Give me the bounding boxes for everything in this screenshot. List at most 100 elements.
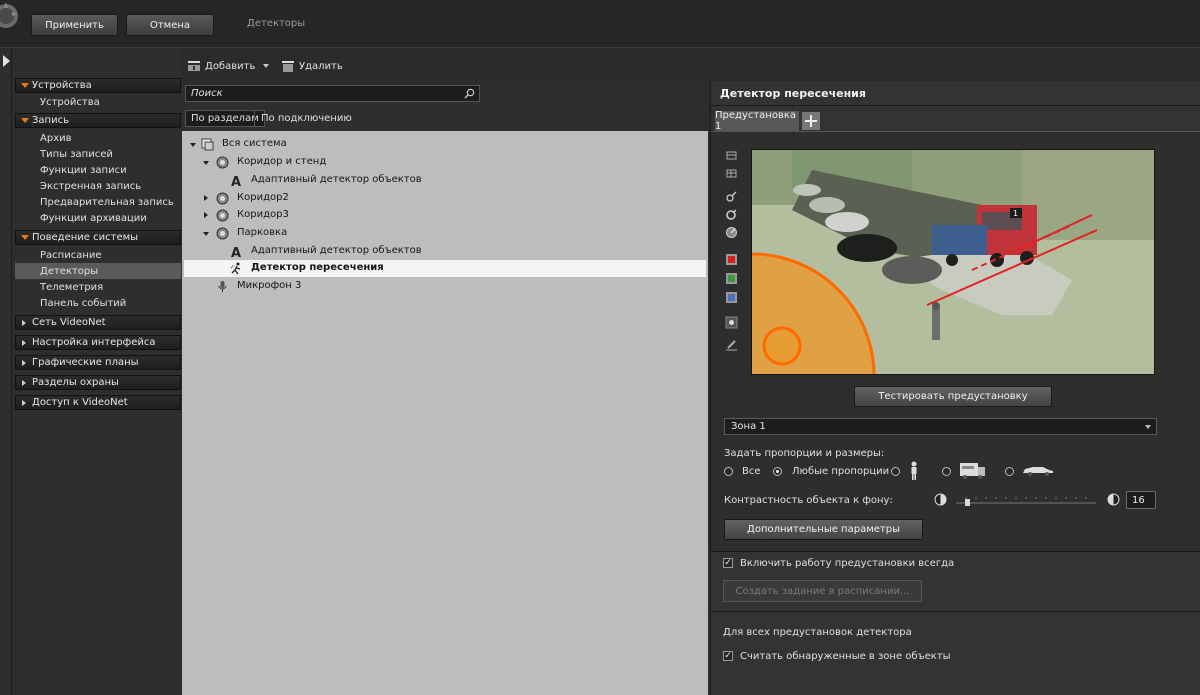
tab-by-connection[interactable]: По подключению (256, 110, 357, 127)
camera-icon (216, 156, 229, 169)
sidebar-item-devices[interactable]: Устройства (15, 94, 181, 110)
expand-arrow-icon[interactable] (204, 212, 208, 218)
count-objects-label: Считать обнаруженные в зоне объекты (740, 651, 951, 662)
search-input[interactable]: Поиск (185, 85, 480, 102)
camera-scene: 1 (752, 150, 1154, 374)
enable-always-checkbox[interactable]: ✓ (723, 558, 733, 568)
camera-preview[interactable]: 1 (751, 149, 1155, 375)
microphone-icon (218, 281, 227, 292)
delete-button[interactable]: Удалить (281, 60, 343, 72)
sidebar-item-telemetry[interactable]: Телеметрия (15, 279, 181, 295)
tree-row-camera[interactable]: Парковка (182, 225, 708, 242)
sidebar-item-record-types[interactable]: Типы записей (15, 146, 181, 162)
divider (711, 611, 1200, 612)
nav-section-videonet[interactable]: Сеть VideoNet (15, 315, 181, 330)
grid-small-icon[interactable] (725, 149, 738, 162)
crossing-detector-icon (230, 262, 241, 275)
nav-section-graphic-plans[interactable]: Графические планы (15, 355, 181, 370)
camera-icon (216, 192, 229, 205)
radio-any-label: Любые пропорции (792, 466, 890, 477)
test-preset-button[interactable]: Тестировать предустановку (854, 386, 1052, 407)
tab-by-sections[interactable]: По разделам (185, 110, 265, 127)
plus-icon (805, 115, 817, 127)
direction-icon[interactable] (725, 226, 738, 239)
radio-all-label: Все (742, 466, 761, 477)
direction-icon[interactable] (725, 208, 738, 221)
nav-section-recording[interactable]: Запись (15, 113, 181, 128)
advanced-params-button[interactable]: Дополнительные параметры (724, 519, 923, 540)
tree-row-detector[interactable]: A Адаптивный детектор объектов (182, 243, 708, 260)
radio-any-proportions[interactable] (773, 467, 782, 476)
contrast-slider[interactable] (956, 496, 1096, 506)
sidebar-item-schedule[interactable]: Расписание (15, 247, 181, 263)
radio-truck[interactable] (942, 467, 951, 476)
sidebar-nav: Устройства Устройства Запись Архив Типы … (12, 49, 182, 695)
radio-person[interactable] (891, 467, 900, 476)
nav-section-devices[interactable]: Устройства (15, 78, 181, 93)
count-objects-checkbox[interactable]: ✓ (723, 651, 733, 661)
nav-section-interface[interactable]: Настройка интерфейса (15, 335, 181, 350)
collapse-arrow-icon (21, 83, 29, 88)
object-size-icon[interactable] (725, 316, 738, 329)
contrast-low-icon (934, 493, 947, 506)
nav-section-system-behavior[interactable]: Поведение системы (15, 230, 181, 245)
chevron-down-icon[interactable] (1145, 425, 1151, 429)
system-icon (201, 138, 214, 151)
contrast-label: Контрастность объекта к фону: (724, 495, 893, 506)
tree-row-detector[interactable]: A Адаптивный детектор объектов (182, 172, 708, 189)
add-preset-button[interactable] (802, 112, 820, 130)
expand-arrow-icon (22, 380, 26, 386)
red-zone-icon[interactable] (725, 253, 738, 266)
blue-zone-icon[interactable] (725, 291, 738, 304)
pencil-icon[interactable] (725, 338, 738, 351)
person-icon (911, 461, 917, 480)
add-button[interactable]: Добавить (187, 60, 270, 72)
collapse-arrow-icon (21, 235, 29, 240)
tab-divider (254, 110, 255, 127)
car-icon (1023, 467, 1053, 476)
nav-section-videonet-access[interactable]: Доступ к VideoNet (15, 395, 181, 410)
zone-select[interactable]: Зона 1 (724, 418, 1157, 435)
cancel-button[interactable]: Отмена (126, 14, 214, 36)
page-title: Детекторы (247, 18, 306, 29)
radio-all[interactable] (724, 467, 733, 476)
expand-arrow-icon (22, 340, 26, 346)
expand-arrow-icon (22, 400, 26, 406)
tree-header: Поиск По разделам По подключению (182, 81, 708, 131)
sidebar-item-record-functions[interactable]: Функции записи (15, 162, 181, 178)
nav-section-security-zones[interactable]: Разделы охраны (15, 375, 181, 390)
collapse-arrow-icon[interactable] (190, 143, 196, 147)
sidebar-item-event-panel[interactable]: Панель событий (15, 295, 181, 311)
grid-icon[interactable] (725, 167, 738, 180)
dropdown-arrow-icon[interactable] (263, 64, 270, 68)
sidebar-item-archive[interactable]: Архив (15, 130, 181, 146)
tree-row-camera[interactable]: Коридор3 (182, 207, 708, 224)
preset-content: 1 Тестировать предустановку Зона 1 Задат… (711, 131, 1200, 551)
sidebar-item-emergency-record[interactable]: Экстренная запись (15, 178, 181, 194)
expand-arrow-icon[interactable] (204, 195, 208, 201)
search-icon[interactable] (464, 88, 475, 99)
collapse-arrow-icon[interactable] (203, 232, 209, 236)
direction-icon[interactable] (725, 190, 738, 203)
tree-row-detector-selected[interactable]: Детектор пересечения (184, 260, 706, 277)
sidebar-item-archiving-functions[interactable]: Функции архивации (15, 210, 181, 226)
green-zone-icon[interactable] (725, 272, 738, 285)
radio-car[interactable] (1005, 467, 1014, 476)
tree-row-microphone[interactable]: Микрофон 3 (182, 278, 708, 295)
proportions-label: Задать пропорции и размеры: (724, 448, 885, 459)
contrast-value-field[interactable]: 16 (1126, 491, 1156, 509)
apply-button[interactable]: Применить (31, 14, 118, 36)
tree-row-camera[interactable]: Коридор и стенд (182, 154, 708, 171)
collapse-arrow-icon (21, 118, 29, 123)
tree-row-system[interactable]: Вся система (182, 136, 708, 153)
sidebar-item-detectors[interactable]: Детекторы (15, 263, 181, 279)
collapse-arrow-icon[interactable] (203, 161, 209, 165)
sidebar-item-prerecord[interactable]: Предварительная запись (15, 194, 181, 210)
tab-preset-1[interactable]: Предустановка 1 (715, 110, 799, 132)
panel-title: Детектор пересечения (720, 87, 866, 100)
detector-settings-panel: Детектор пересечения Предустановка 1 1 Т… (710, 81, 1200, 695)
expand-arrow-icon[interactable] (3, 55, 10, 67)
tree-row-camera[interactable]: Коридор2 (182, 190, 708, 207)
create-schedule-button[interactable]: Создать задание в расписании... (723, 580, 922, 602)
collapse-strip[interactable] (0, 49, 12, 695)
